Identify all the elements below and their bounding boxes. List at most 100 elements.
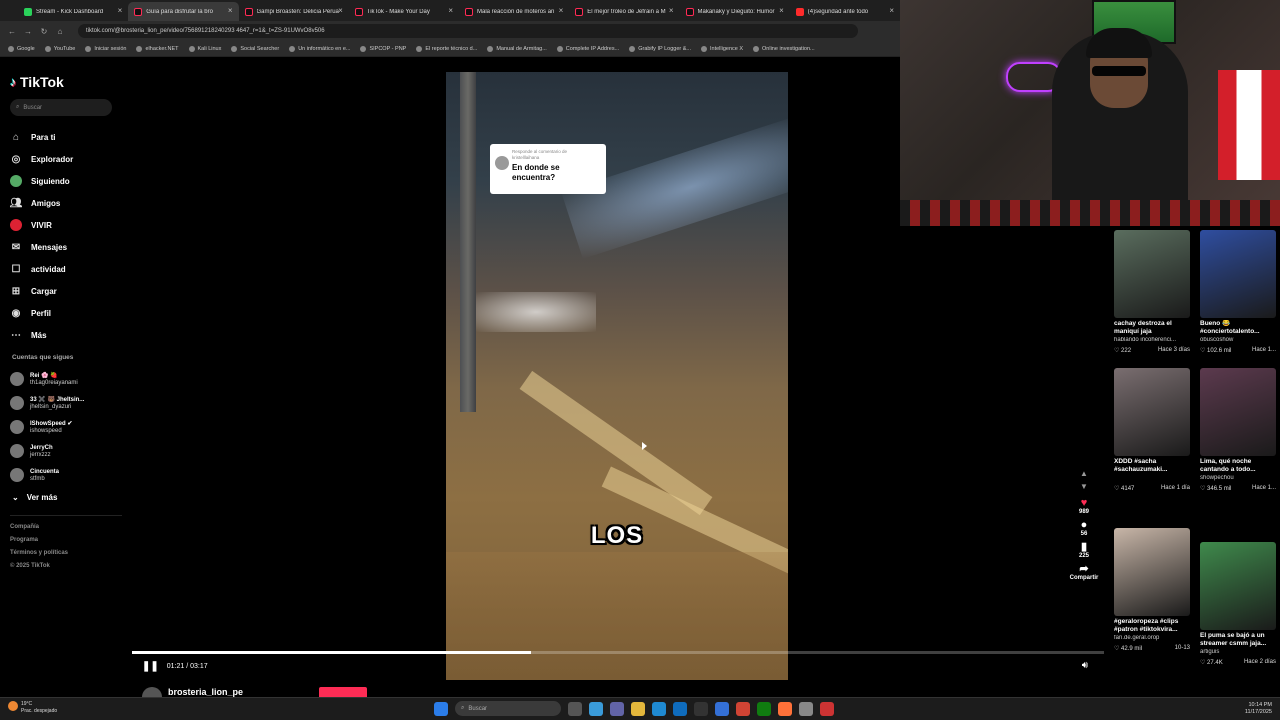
bookmark-item[interactable]: Google (8, 45, 35, 52)
app-icon[interactable] (820, 701, 834, 716)
app-icon[interactable] (799, 701, 813, 716)
weather-widget[interactable]: 19°C Prac. despejado (8, 701, 57, 715)
video-thumbnail[interactable] (1114, 528, 1190, 616)
sidebar-item-cargar[interactable]: ⊞ Cargar (10, 280, 122, 302)
footer-link[interactable]: Programa (10, 537, 122, 550)
browser-tab[interactable]: Gampi Broasten: Delicia Perua × (239, 2, 349, 21)
bookmark-item[interactable]: YouTube (44, 45, 75, 52)
following-item[interactable]: 33 ✖️ 🐻 Jheltsin... jheltsin_dyazuri (10, 391, 122, 415)
video-thumbnail[interactable] (1200, 368, 1276, 456)
video-progress-bar[interactable] (132, 651, 1104, 654)
copilot-icon[interactable] (589, 701, 603, 716)
bookmark-item[interactable]: Complete IP Addres... (556, 45, 619, 52)
video-thumbnail[interactable] (1114, 230, 1190, 318)
footer-link[interactable]: Términos y políticas (10, 550, 122, 563)
close-icon[interactable]: × (779, 6, 784, 15)
bookmark-item[interactable]: Un informático en e... (289, 45, 350, 52)
sidebar-item-perfil[interactable]: ◉ Perfil (10, 302, 122, 324)
search-input[interactable]: ⌕ Buscar (10, 99, 112, 116)
see-more-button[interactable]: ⌄ Ver más (12, 487, 122, 507)
bookmark-item[interactable]: Social Searcher (231, 45, 279, 52)
pause-icon[interactable]: ❚❚ (142, 661, 159, 672)
video-thumbnail[interactable] (1200, 230, 1276, 318)
volume-icon[interactable]: 🔊︎ (1082, 660, 1088, 671)
reload-icon[interactable]: ↻ (40, 27, 48, 36)
footer-link[interactable]: Compañía (10, 524, 122, 537)
heart-icon[interactable]: ♥ (1081, 497, 1088, 509)
following-item[interactable]: Rei 🌸 🍓 th1ag0reiayanami (10, 367, 122, 391)
browser-tab[interactable]: (4)seguridad ante todo × (790, 2, 900, 21)
video-thumbnail[interactable] (1200, 542, 1276, 630)
sidebar-item-mensajes[interactable]: ✉ Mensajes (10, 236, 122, 258)
recommended-video[interactable]: Lima, qué noche cantando a todo... showpe… (1200, 368, 1276, 492)
following-item[interactable]: JerryCh jerrxzzz (10, 439, 122, 463)
avatar[interactable] (142, 687, 162, 697)
sidebar-item-explorador[interactable]: ◎ Explorador (10, 148, 122, 170)
author-name[interactable]: brosteria_lion_pe (168, 687, 243, 697)
task-view-icon[interactable] (568, 701, 582, 716)
sidebar-item-para-ti[interactable]: ⌂ Para ti (10, 126, 122, 148)
bookmark-item[interactable]: Iniciar sesión (85, 45, 126, 52)
comment-icon[interactable]: ● (1081, 519, 1088, 531)
browser-tab[interactable]: Stream - Kick Dashboard × (18, 2, 128, 21)
bookmark-item[interactable]: Kali Linux (188, 45, 221, 52)
firefox-icon[interactable] (778, 701, 792, 716)
edge-icon[interactable] (652, 701, 666, 716)
sidebar-item-actividad[interactable]: ☐ actividad (10, 258, 122, 280)
following-item[interactable]: Cincuenta stfmb (10, 463, 122, 487)
video-player[interactable]: Responde al comentario de kristelllaihan… (446, 72, 788, 680)
share-icon[interactable]: ➦ (1079, 563, 1088, 575)
recommended-video[interactable]: Bueno 😂 #conciertotalento... obuscoshow ♡ … (1200, 230, 1276, 354)
chevron-up-icon[interactable]: ▲ (1080, 469, 1088, 478)
taskbar-search[interactable]: ⌕ Buscar (455, 701, 561, 716)
close-icon[interactable]: × (448, 6, 453, 15)
close-icon[interactable]: × (228, 6, 233, 15)
bookmark-item[interactable]: Manual de Armitag... (487, 45, 547, 52)
browser-tab[interactable]: El mejor troleo de Jefrain a M × (569, 2, 679, 21)
light-glow (476, 292, 596, 332)
bookmark-item[interactable]: Grabify IP Logger &... (629, 45, 691, 52)
browser-tab[interactable]: Makanaky y Dieguito: Humor × (680, 2, 790, 21)
recommended-video[interactable]: cachay destroza el maniquí jaja hablando … (1114, 230, 1190, 354)
back-icon[interactable]: ← (8, 27, 16, 36)
browser-tab[interactable]: Guía para disfrutar la bro × (128, 2, 239, 21)
close-icon[interactable]: × (118, 6, 123, 15)
browser-tab[interactable]: TikTok - Make Your Day × (349, 2, 459, 21)
recommended-video[interactable]: El puma se bajó a un streamer csmm jaja.… (1200, 542, 1276, 666)
sidebar-item-vivir[interactable]: VIVIR (10, 214, 122, 236)
bookmark-item[interactable]: Online investigation... (753, 45, 815, 52)
tiktok-logo[interactable]: ♪ TikTok (10, 73, 122, 91)
following-item[interactable]: IShowSpeed ✔ ishowspeed (10, 415, 122, 439)
sidebar-item-amigos[interactable]: 👥︎ Amigos (10, 192, 122, 214)
recommended-video[interactable]: XDDD #sacha #sachauzumaki... ♡ 4147 Hace 1… (1114, 368, 1190, 492)
bookmark-item[interactable]: Intelligence X (701, 45, 743, 52)
sidebar-item-label: Perfil (31, 308, 52, 318)
app-icon[interactable] (694, 701, 708, 716)
bookmark-item[interactable]: elhacker.NET (136, 45, 179, 52)
xbox-icon[interactable] (757, 701, 771, 716)
recommended-video[interactable]: #geraloropeza #clips #patron #tiktokvira… (1114, 528, 1190, 652)
file-explorer-icon[interactable] (631, 701, 645, 716)
forward-icon[interactable]: → (24, 27, 32, 36)
browser-tab[interactable]: Mala reacción de moteros an × (459, 2, 569, 21)
close-icon[interactable]: × (669, 6, 674, 15)
url-field[interactable]: tiktok.com/@brosteria_lion_pe/video/7568… (78, 24, 858, 38)
teams-icon[interactable] (610, 701, 624, 716)
bookmark-item[interactable]: SIPCOP - PNP (360, 45, 406, 52)
system-clock[interactable]: 10:14 PM 11/17/2025 (1245, 702, 1272, 716)
follow-button[interactable] (319, 687, 368, 697)
bookmark-item[interactable]: El reporte técnico d... (416, 45, 477, 52)
sidebar-item-siguiendo[interactable]: Siguiendo (10, 170, 122, 192)
video-thumbnail[interactable] (1114, 368, 1190, 456)
windows-start-icon[interactable] (434, 701, 448, 716)
home-icon[interactable]: ⌂ (56, 27, 64, 36)
close-icon[interactable]: × (559, 6, 564, 15)
sidebar-item-más[interactable]: ⋯ Más (10, 324, 122, 346)
bookmark-icon[interactable]: ▮ (1081, 541, 1087, 553)
close-icon[interactable]: × (338, 6, 343, 15)
close-icon[interactable]: × (889, 6, 894, 15)
chevron-down-icon[interactable]: ▼ (1080, 482, 1088, 491)
store-icon[interactable] (673, 701, 687, 716)
chrome-icon[interactable] (736, 701, 750, 716)
vscode-icon[interactable] (715, 701, 729, 716)
